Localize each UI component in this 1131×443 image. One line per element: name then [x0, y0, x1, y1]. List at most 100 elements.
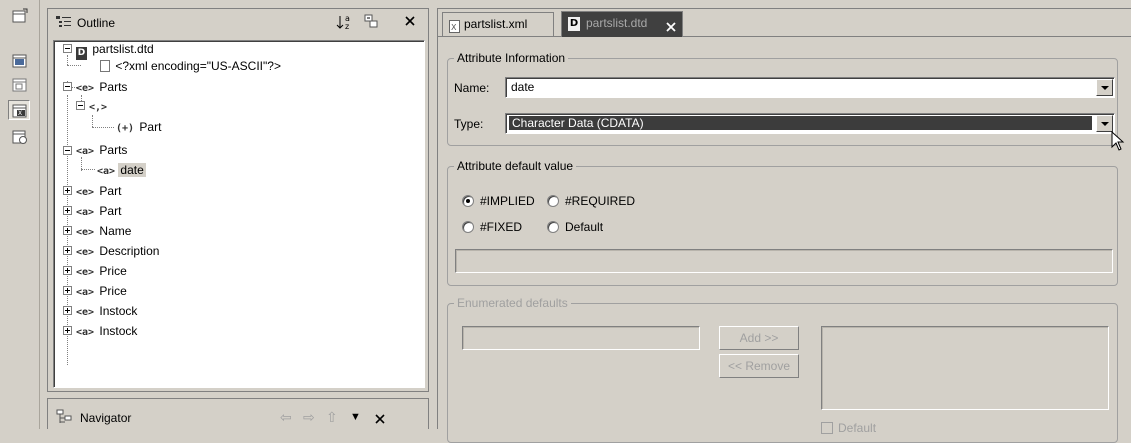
tree-node-attlist-parts[interactable]: <a> Parts	[76, 141, 129, 159]
tree-expander[interactable]	[63, 326, 72, 335]
navigator-title: Navigator	[80, 411, 132, 425]
radio-fixed[interactable]: #FIXED	[462, 219, 522, 235]
tree-expander[interactable]	[63, 266, 72, 275]
radio-default[interactable]: Default	[547, 219, 603, 235]
outline-tree[interactable]: D partslist.dtd <?xml encoding="US-ASCII…	[53, 40, 425, 388]
tree-node-element-instock[interactable]: <e> Instock	[76, 302, 139, 320]
attribute-information-group: Attribute Information Name: date Type: C…	[447, 51, 1125, 151]
open-perspective-button[interactable]	[8, 5, 30, 25]
tree-node-root[interactable]: D partslist.dtd	[76, 41, 156, 60]
mouse-cursor-icon	[1111, 131, 1125, 151]
enumerated-value-field[interactable]	[462, 326, 700, 350]
tree-node-label: Name	[99, 224, 132, 238]
radio-label: Default	[565, 220, 604, 234]
name-combo[interactable]: date	[505, 77, 1115, 98]
radio-dot	[547, 195, 559, 207]
default-checkbox[interactable]: Default	[821, 420, 876, 436]
name-value: date	[511, 80, 535, 94]
tree-expander[interactable]	[76, 101, 85, 110]
tree-node-occurrence-part[interactable]: (+) Part	[116, 118, 163, 136]
close-navigator-button[interactable]	[374, 412, 386, 428]
group-title: Enumerated defaults	[454, 296, 571, 310]
radio-label: #IMPLIED	[480, 194, 535, 208]
tab-partslist-xml[interactable]: X partslist.xml	[442, 12, 554, 36]
sort-alpha-icon: az	[336, 14, 350, 31]
type-combo[interactable]: Character Data (CDATA)	[505, 113, 1115, 134]
tree-expander[interactable]	[63, 246, 72, 255]
tree-node-element-parts[interactable]: <e> Parts	[76, 78, 129, 96]
tree-expander[interactable]	[63, 306, 72, 315]
back-arrow-icon[interactable]: ⇦	[280, 409, 292, 426]
close-icon	[666, 22, 676, 32]
tree-node-element-description[interactable]: <e> Description	[76, 242, 161, 260]
svg-text:z: z	[345, 22, 349, 31]
tree-expander[interactable]	[63, 82, 72, 91]
group-title: Attribute default value	[454, 159, 577, 173]
remove-button[interactable]: << Remove	[719, 354, 799, 378]
radio-dot	[547, 221, 559, 233]
xml-file-icon: X	[449, 18, 460, 40]
up-arrow-icon[interactable]: ⇧	[326, 409, 338, 426]
chevron-down-icon[interactable]	[1096, 115, 1113, 132]
tree-expander[interactable]	[63, 206, 72, 215]
close-outline-button[interactable]	[404, 14, 424, 32]
tree-node-attlist-price[interactable]: <a> Price	[76, 282, 129, 300]
tree-node-element-name[interactable]: <e> Name	[76, 222, 133, 240]
tree-expander[interactable]	[63, 44, 72, 53]
tree-node-label: date	[118, 163, 146, 177]
tree-expander[interactable]	[63, 286, 72, 295]
collapse-all-button[interactable]	[363, 13, 383, 31]
perspective-button-2[interactable]	[8, 74, 30, 94]
group-title: Attribute Information	[454, 51, 569, 65]
radio-required[interactable]: #REQUIRED	[547, 193, 635, 209]
tree-node-label: Part	[99, 204, 122, 218]
tree-node-xml-decl[interactable]: <?xml encoding="US-ASCII"?>	[100, 57, 283, 75]
forward-arrow-icon[interactable]: ⇨	[303, 409, 315, 426]
occurrence-icon: (+)	[116, 123, 135, 134]
tree-node-label: Parts	[99, 143, 128, 157]
tree-expander[interactable]	[63, 146, 72, 155]
tree-node-label: Instock	[99, 304, 138, 318]
svg-text:X: X	[451, 23, 457, 32]
xml-perspective-icon: X	[12, 104, 27, 118]
radio-dot	[462, 221, 474, 233]
open-perspective-icon	[12, 8, 28, 23]
view-menu-icon[interactable]: ▼	[350, 411, 361, 423]
add-button[interactable]: Add >>	[719, 326, 799, 350]
tree-expander[interactable]	[63, 186, 72, 195]
attlist-icon: <a>	[76, 287, 95, 298]
dtd-editor: X partslist.xml D partslist.dtd Attribut…	[437, 8, 1131, 443]
perspective-button-1[interactable]	[8, 50, 30, 70]
close-icon	[405, 16, 415, 26]
perspective-icon	[12, 130, 27, 144]
enumerated-values-list[interactable]	[821, 326, 1109, 410]
perspective-icon	[12, 78, 27, 92]
tree-expander[interactable]	[63, 226, 72, 235]
tree-node-attlist-instock[interactable]: <a> Instock	[76, 322, 139, 340]
tree-node-sequence[interactable]: <,>	[89, 97, 107, 115]
radio-implied[interactable]: #IMPLIED	[462, 193, 535, 209]
sort-button[interactable]: az	[336, 13, 356, 31]
outline-icon	[56, 15, 72, 32]
tree-node-attribute-date[interactable]: <a> date	[97, 161, 146, 179]
tab-partslist-dtd[interactable]: D partslist.dtd	[561, 11, 683, 37]
tree-node-label: Parts	[99, 80, 128, 94]
perspective-icon	[12, 54, 27, 68]
close-icon	[375, 414, 385, 424]
radio-dot	[462, 195, 474, 207]
navigator-icon	[56, 409, 74, 428]
tree-node-element-price[interactable]: <e> Price	[76, 262, 129, 280]
close-tab-button[interactable]	[665, 18, 677, 40]
chevron-down-icon[interactable]	[1096, 79, 1113, 96]
perspective-button-xml[interactable]: X	[8, 100, 30, 120]
element-icon: <e>	[76, 227, 95, 238]
perspective-button-4[interactable]	[8, 126, 30, 146]
element-icon: <e>	[76, 307, 95, 318]
default-value-field[interactable]	[455, 249, 1113, 273]
left-toolbar: X	[0, 0, 40, 429]
tree-node-element-part[interactable]: <e> Part	[76, 182, 123, 200]
tree-node-attlist-part[interactable]: <a> Part	[76, 202, 123, 220]
tree-node-label: Description	[99, 244, 160, 258]
tree-node-label: partslist.dtd	[92, 42, 154, 56]
attribute-default-value-group: Attribute default value #IMPLIED #REQUIR…	[447, 159, 1118, 286]
